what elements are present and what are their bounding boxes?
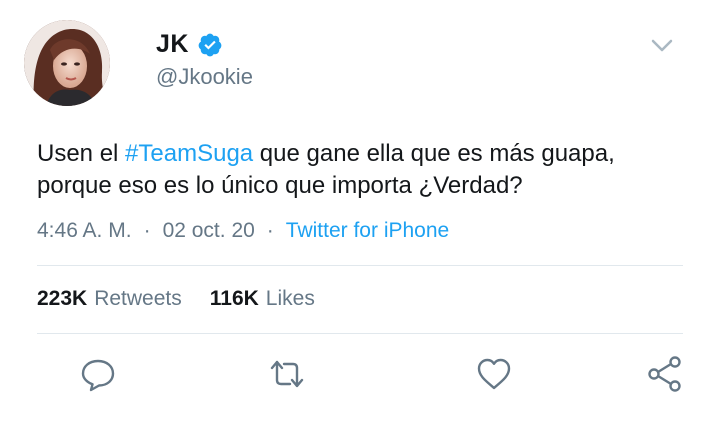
meta-separator: · bbox=[143, 219, 151, 242]
verified-badge-icon bbox=[198, 33, 222, 56]
tweet-date[interactable]: 02 oct. 20 bbox=[163, 219, 255, 243]
reply-icon bbox=[81, 359, 115, 392]
retweets-label: Retweets bbox=[94, 287, 182, 310]
heart-icon bbox=[477, 358, 511, 390]
tweet-meta: 4:46 A. M. · 02 oct. 20 · Twitter for iP… bbox=[37, 219, 449, 243]
hashtag-link[interactable]: #TeamSuga bbox=[125, 140, 253, 167]
display-name[interactable]: JK bbox=[156, 30, 189, 59]
likes-count: 116K bbox=[209, 287, 259, 310]
tweet-source-link[interactable]: Twitter for iPhone bbox=[286, 219, 449, 243]
tweet-text: Usen el #TeamSuga que gane ella que es m… bbox=[37, 138, 687, 202]
user-handle[interactable]: @Jkookie bbox=[156, 64, 253, 90]
likes-stat[interactable]: 116K Likes bbox=[210, 287, 315, 311]
tweet-stats: 223K Retweets 116K Likes bbox=[37, 287, 315, 311]
retweets-stat[interactable]: 223K Retweets bbox=[37, 287, 182, 311]
action-bar bbox=[0, 354, 720, 398]
divider bbox=[37, 265, 683, 266]
meta-separator: · bbox=[266, 219, 274, 242]
retweet-icon bbox=[270, 360, 304, 388]
author-name-row[interactable]: JK bbox=[156, 30, 223, 59]
likes-label: Likes bbox=[265, 287, 315, 310]
tweet-time[interactable]: 4:46 A. M. bbox=[37, 219, 132, 243]
retweet-button[interactable] bbox=[267, 354, 307, 394]
tweet-text-before: Usen el bbox=[37, 140, 126, 167]
share-icon bbox=[648, 356, 681, 392]
reply-button[interactable] bbox=[78, 354, 118, 394]
chevron-down-icon[interactable] bbox=[650, 38, 674, 54]
avatar[interactable] bbox=[24, 20, 110, 106]
divider bbox=[37, 333, 683, 334]
share-button[interactable] bbox=[645, 354, 685, 394]
like-button[interactable] bbox=[474, 354, 514, 394]
retweets-count: 223K bbox=[37, 287, 88, 310]
